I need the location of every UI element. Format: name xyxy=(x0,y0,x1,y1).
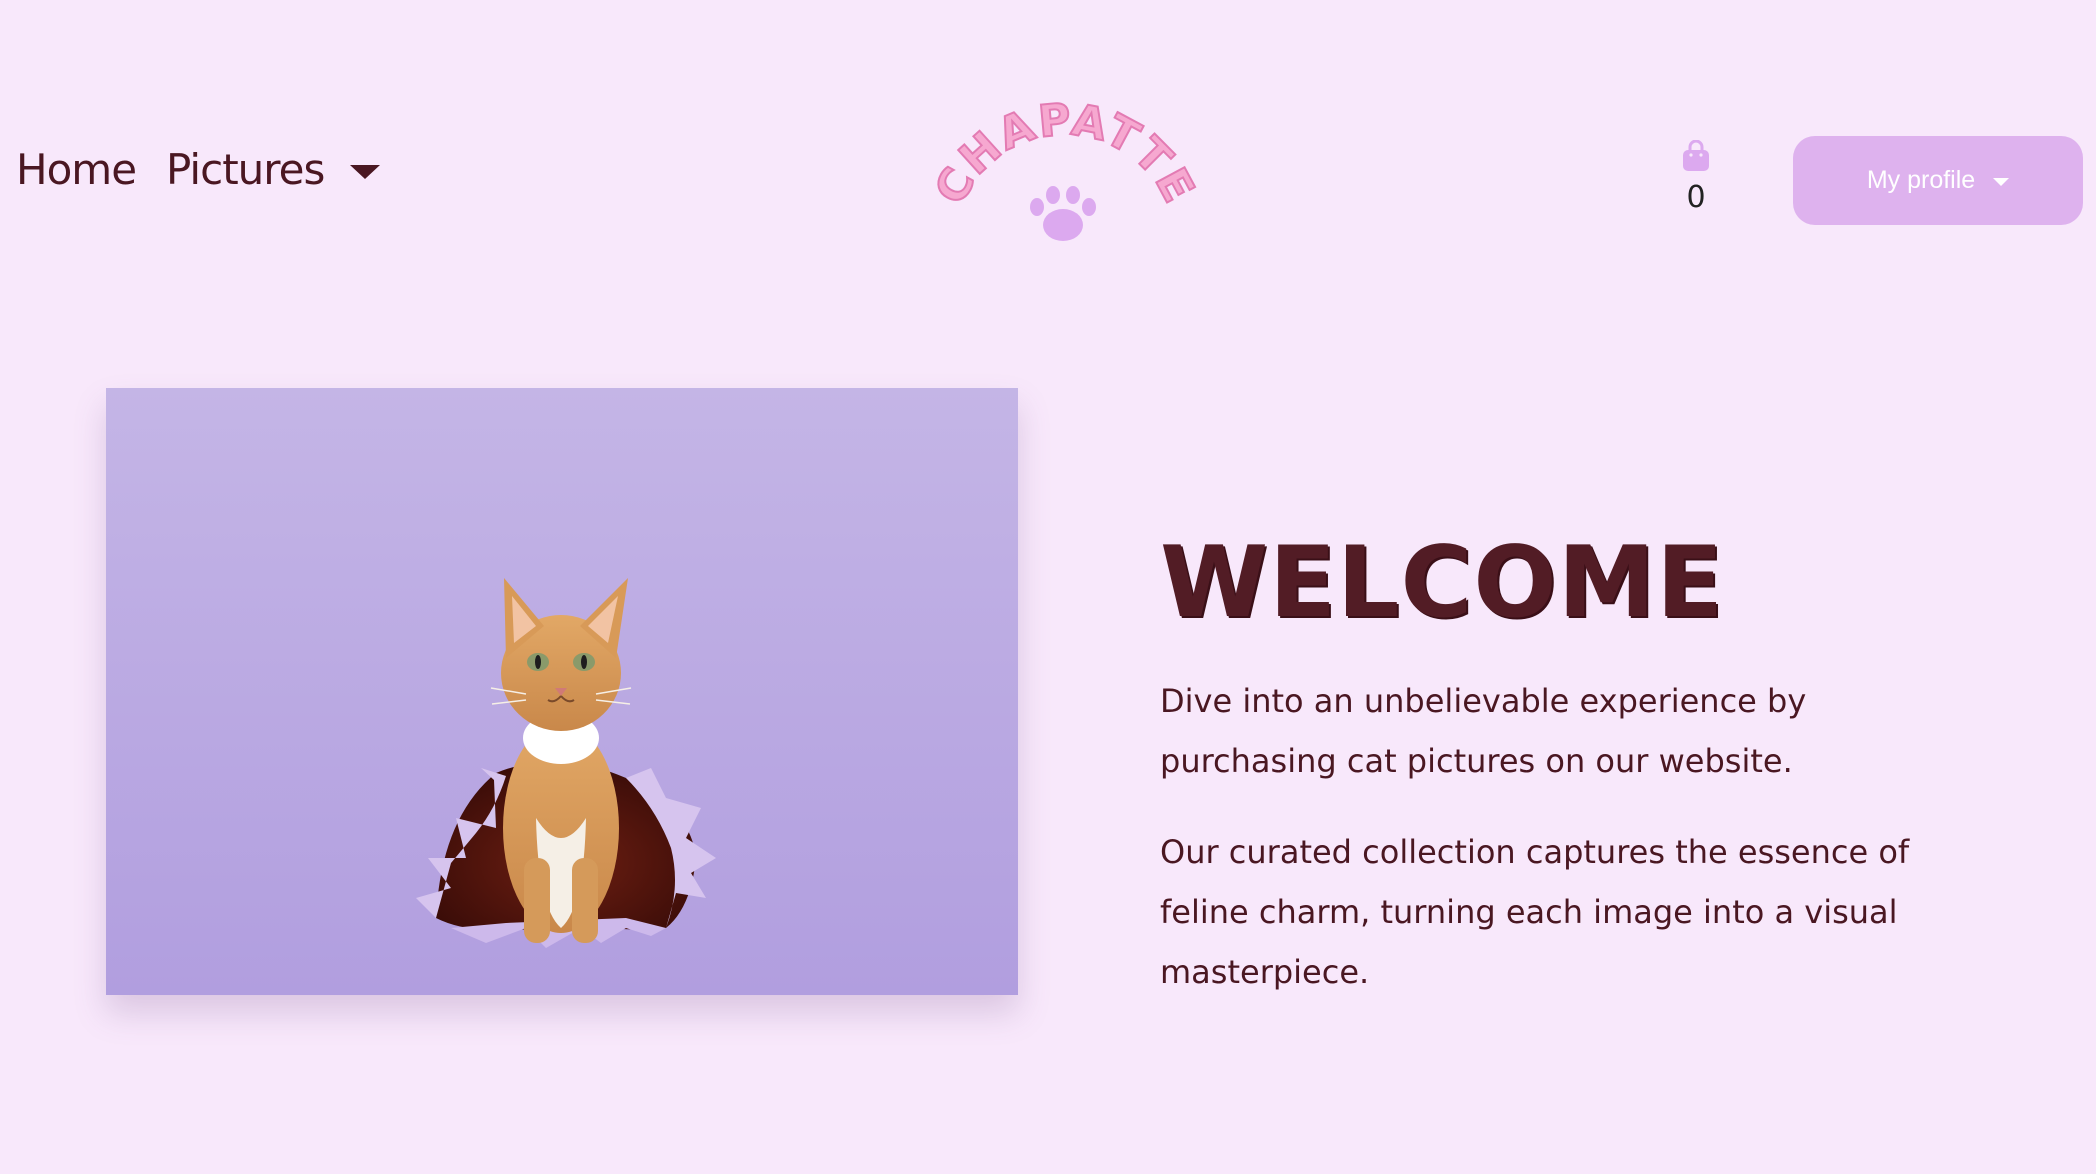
cart-count: 0 xyxy=(1686,180,1706,215)
intro-paragraph: Dive into an unbelievable experience by … xyxy=(1160,682,1807,780)
hero-cat-image xyxy=(106,388,1018,995)
paw-icon xyxy=(1030,186,1096,241)
site-logo[interactable]: CHAPATTE xyxy=(924,93,1204,255)
svg-text:CHAPATTE: CHAPATTE xyxy=(925,95,1200,212)
nav-pictures-dropdown[interactable]: Pictures xyxy=(166,145,381,194)
caret-down-icon xyxy=(1993,178,2010,186)
cart-button[interactable]: 0 xyxy=(1672,139,1720,215)
page: Home Pictures CHAPATTE 0 My profile WELC… xyxy=(0,0,2096,1174)
collection-paragraph: Our curated collection captures the esse… xyxy=(1160,833,1910,991)
shopping-bag-icon xyxy=(1683,139,1709,171)
kitten-illustration xyxy=(106,388,1018,995)
nav-pictures-label: Pictures xyxy=(166,145,325,194)
welcome-heading: WELCOME xyxy=(1160,526,1725,640)
caret-down-icon xyxy=(350,164,381,179)
main-nav: Home Pictures xyxy=(16,145,381,194)
logo-text: CHAPATTE xyxy=(924,93,1204,213)
nav-home-link[interactable]: Home xyxy=(16,145,137,194)
my-profile-button[interactable]: My profile xyxy=(1793,136,2083,225)
logo-graphic: CHAPATTE xyxy=(924,93,1204,241)
my-profile-label: My profile xyxy=(1866,166,1976,194)
